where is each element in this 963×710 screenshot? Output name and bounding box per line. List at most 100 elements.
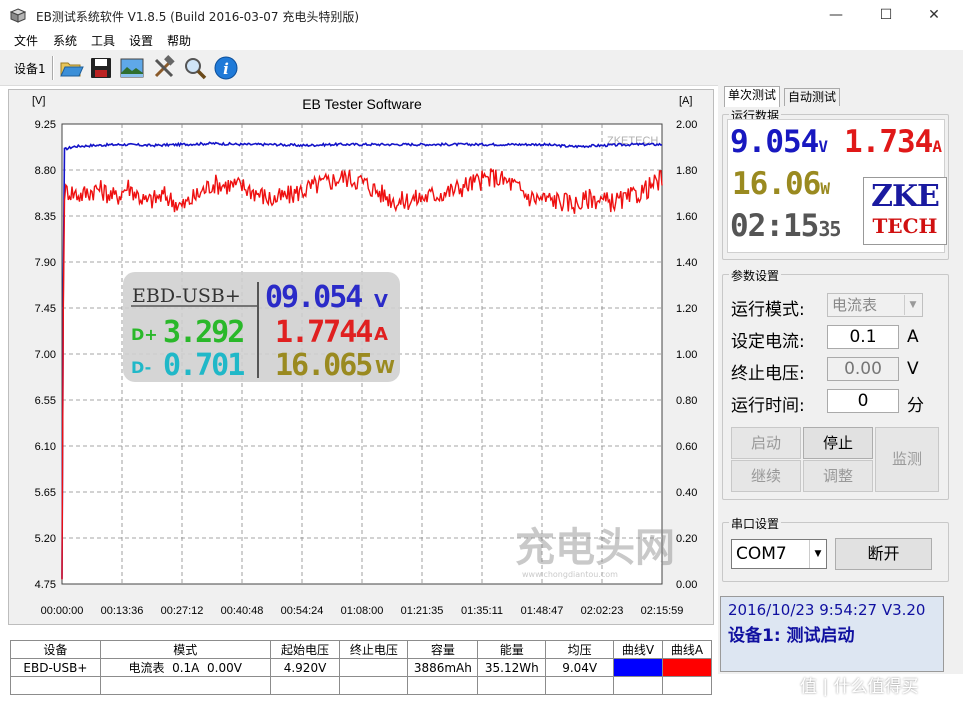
- cutoff-voltage-input[interactable]: 0.00: [827, 357, 899, 381]
- cutoff-voltage-row: 终止电压: 0.00 V: [723, 357, 948, 384]
- y-right-tick-label: 0.80: [676, 395, 697, 407]
- table-header-row: 设备 模式 起始电压 终止电压 容量 能量 均压 曲线V 曲线A: [10, 640, 712, 659]
- left-unit-label: [V]: [32, 95, 45, 107]
- overlay-dminus: 0.701: [163, 348, 244, 383]
- overlay-device: EBD-USB+: [132, 285, 241, 307]
- x-tick-label: 00:54:24: [281, 605, 324, 617]
- overlay-voltage-unit: V: [374, 291, 388, 312]
- mode-value: 电流表: [832, 296, 878, 314]
- realtime-group: 运行数据 9.054V 1.734A 16.06W 02:1535 ZKE TE…: [722, 107, 949, 260]
- close-button[interactable]: ✕: [911, 0, 957, 30]
- y-left-tick-label: 6.10: [35, 441, 56, 453]
- serial-group: 串口设置 COM7 ▼ 断开: [722, 515, 949, 582]
- y-left-tick-label: 9.25: [35, 119, 56, 131]
- table-row-empty: [10, 676, 712, 695]
- overlay-power-unit: W: [375, 357, 395, 378]
- y-right-tick-label: 0.40: [676, 487, 697, 499]
- tools-icon[interactable]: [151, 55, 177, 81]
- y-left-tick-label: 5.20: [35, 533, 56, 545]
- overlay-current: 1.7744: [275, 315, 372, 350]
- toolbar-separator: [52, 56, 54, 80]
- run-time-label: 运行时间:: [731, 396, 805, 416]
- cutoff-voltage-unit: V: [907, 359, 919, 379]
- search-icon[interactable]: [182, 55, 208, 81]
- y-right-tick-label: 1.00: [676, 349, 697, 361]
- svg-text:i: i: [223, 60, 229, 78]
- run-time-input[interactable]: 0: [827, 389, 899, 413]
- start-button[interactable]: 启动: [731, 427, 801, 459]
- menu-tools[interactable]: 工具: [91, 32, 115, 49]
- y-right-tick-label: 1.60: [676, 211, 697, 223]
- tab-single-test[interactable]: 单次测试: [724, 86, 781, 107]
- y-right-tick-label: 1.40: [676, 257, 697, 269]
- y-left-tick-label: 7.90: [35, 257, 56, 269]
- y-right-tick-label: 0.20: [676, 533, 697, 545]
- minimize-button[interactable]: —: [813, 0, 859, 30]
- chart-panel: EB Tester Software [V] [A] 9.25 2.00 8.80 1…: [8, 89, 714, 625]
- rt-voltage-unit: V: [818, 137, 828, 156]
- table-header: 曲线V: [613, 640, 663, 659]
- set-current-unit: A: [907, 327, 919, 347]
- table-cell: 3886mAh: [407, 658, 479, 677]
- y-left-tick-label: 7.00: [35, 349, 56, 361]
- table-header: 起始电压: [269, 640, 341, 659]
- params-title: 参数设置: [729, 267, 782, 284]
- continue-button[interactable]: 继续: [731, 460, 801, 492]
- set-current-label: 设定电流:: [731, 332, 805, 352]
- table-cell: 电流表 0.1A 0.00V: [99, 658, 271, 677]
- right-panel: 单次测试 自动测试 运行数据 9.054V 1.734A 16.06W 02:1…: [718, 84, 963, 674]
- rt-current-unit: A: [932, 137, 942, 156]
- rt-power: 16.06: [732, 166, 821, 202]
- toolbar: 设备1 i: [0, 50, 963, 86]
- chart-title: EB Tester Software: [302, 96, 422, 112]
- mode-select[interactable]: 电流表 ▼: [827, 293, 923, 317]
- menu-help[interactable]: 帮助: [167, 32, 191, 49]
- tab-auto-test[interactable]: 自动测试: [784, 88, 841, 106]
- com-port-select[interactable]: COM7 ▼: [731, 539, 827, 569]
- open-folder-icon[interactable]: [58, 55, 84, 81]
- run-time-row: 运行时间: 0 分: [723, 389, 948, 416]
- title-bar: EB测试系统软件 V1.8.5 (Build 2016-03-07 充电头特别版…: [0, 0, 963, 30]
- record-table: 设备 模式 起始电压 终止电压 容量 能量 均压 曲线V 曲线A EBD-USB…: [10, 640, 712, 695]
- stop-button[interactable]: 停止: [803, 427, 873, 459]
- logo-line2: TECH: [872, 214, 938, 238]
- curve-v-swatch[interactable]: [613, 658, 663, 677]
- table-header: 能量: [477, 640, 547, 659]
- y-right-tick-label: 2.00: [676, 119, 697, 131]
- maximize-button[interactable]: ☐: [863, 0, 909, 30]
- menu-bar: 文件 系统 工具 设置 帮助: [0, 30, 963, 50]
- menu-file[interactable]: 文件: [14, 32, 38, 49]
- overlay-dminus-label: D-: [131, 358, 151, 377]
- rt-time-seconds: 35: [818, 217, 841, 241]
- y-left-tick-label: 7.45: [35, 303, 56, 315]
- com-port-value: COM7: [736, 544, 787, 564]
- adjust-button[interactable]: 调整: [803, 460, 873, 492]
- x-tick-label: 00:00:00: [41, 605, 84, 617]
- corner-watermark-text: 值 | 什么值得买: [800, 677, 919, 697]
- set-current-input[interactable]: 0.1: [827, 325, 899, 349]
- site-watermark: 充电头网 www.chongdiantou.com: [515, 525, 675, 579]
- overlay-dplus: 3.292: [163, 315, 243, 350]
- curve-a-swatch[interactable]: [662, 658, 712, 677]
- run-time-unit: 分: [907, 396, 924, 416]
- meter-overlay: EBD-USB+ 09.054 V D+ 3.292 1.7744 A D- 0…: [123, 272, 400, 383]
- menu-system[interactable]: 系统: [53, 32, 77, 49]
- set-current-row: 设定电流: 0.1 A: [723, 325, 948, 352]
- info-icon[interactable]: i: [213, 55, 239, 81]
- image-icon[interactable]: [119, 55, 145, 81]
- table-header: 设备: [10, 640, 101, 659]
- table-cell: 9.04V: [545, 658, 615, 677]
- menu-settings[interactable]: 设置: [129, 32, 153, 49]
- x-tick-label: 02:15:59: [641, 605, 684, 617]
- device-label[interactable]: 设备1: [14, 60, 46, 77]
- tester-chart: EB Tester Software [V] [A] 9.25 2.00 8.80 1…: [32, 95, 697, 617]
- monitor-button[interactable]: 监测: [875, 427, 939, 492]
- y-left-tick-label: 6.55: [35, 395, 56, 407]
- serial-title: 串口设置: [729, 515, 782, 532]
- x-tick-label: 00:13:36: [101, 605, 144, 617]
- x-tick-label: 01:08:00: [341, 605, 384, 617]
- x-tick-label: 01:21:35: [401, 605, 444, 617]
- table-row[interactable]: EBD-USB+ 电流表 0.1A 0.00V 4.920V 3886mAh 3…: [10, 658, 712, 677]
- save-icon[interactable]: [88, 55, 114, 81]
- disconnect-button[interactable]: 断开: [835, 538, 932, 570]
